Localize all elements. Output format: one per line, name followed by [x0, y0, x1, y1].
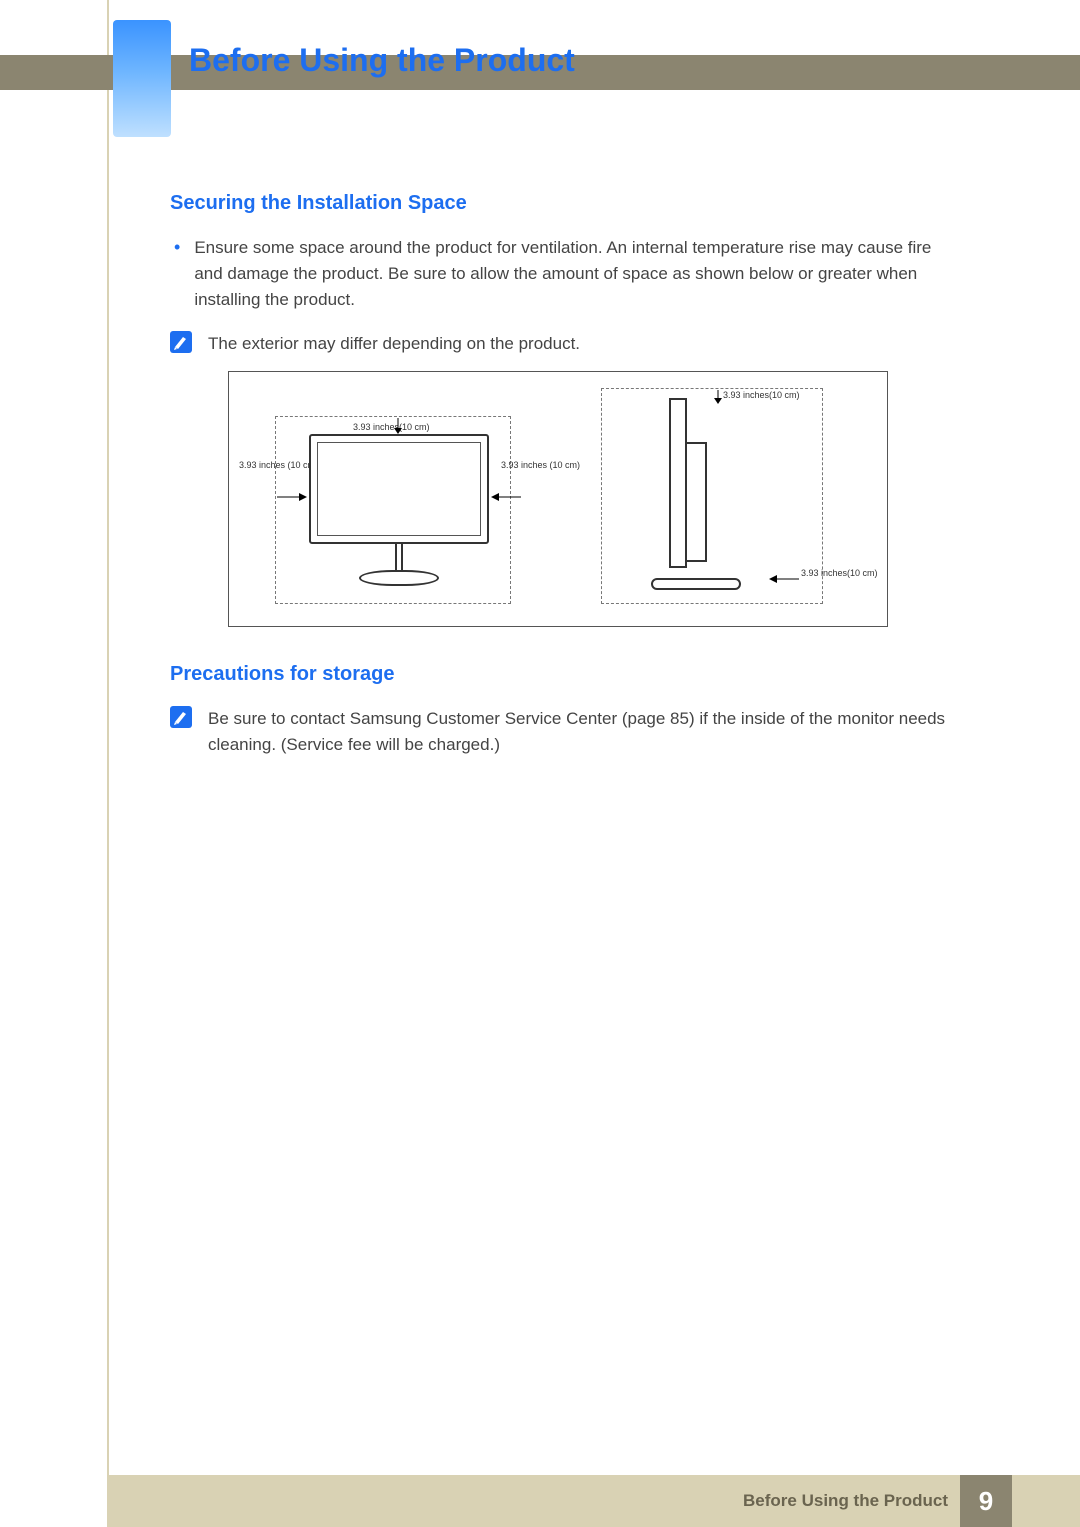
- note-row: The exterior may differ depending on the…: [170, 331, 960, 357]
- page-footer: Before Using the Product 9: [0, 1475, 1080, 1527]
- clearance-label-top: 3.93 inches(10 cm): [723, 390, 800, 400]
- diagram-front-view: 3.93 inches(10 cm) 3.93 inches (10 cm) 3…: [243, 382, 543, 616]
- clearance-label-right: 3.93 inches (10 cm): [501, 460, 535, 470]
- bullet-item: • Ensure some space around the product f…: [170, 235, 960, 313]
- arrow-down-icon: [393, 418, 403, 434]
- bullet-dot-icon: •: [174, 235, 180, 259]
- left-margin-rule: [107, 0, 109, 1527]
- bullet-text: Ensure some space around the product for…: [194, 235, 960, 313]
- arrow-down-icon: [713, 390, 723, 404]
- chapter-tab: [113, 20, 171, 137]
- section-heading-precautions-storage: Precautions for storage: [170, 663, 960, 686]
- footer-page-number: 9: [960, 1475, 1012, 1527]
- note-icon: [170, 331, 192, 353]
- arrow-left-icon: [491, 492, 521, 502]
- arrow-left-icon: [769, 574, 799, 584]
- note-row: Be sure to contact Samsung Customer Serv…: [170, 706, 960, 758]
- arrow-right-icon: [277, 492, 307, 502]
- diagram-side-view: 3.93 inches(10 cm) 3.93 inches(10 cm): [573, 382, 873, 616]
- note-icon: [170, 706, 192, 728]
- clearance-label-right: 3.93 inches(10 cm): [801, 568, 878, 578]
- clearance-label-left: 3.93 inches (10 cm): [239, 460, 273, 470]
- note-text: The exterior may differ depending on the…: [208, 331, 580, 357]
- note-text: Be sure to contact Samsung Customer Serv…: [208, 706, 960, 758]
- section-heading-installation-space: Securing the Installation Space: [170, 192, 960, 215]
- page-title: Before Using the Product: [189, 42, 575, 79]
- clearance-diagram: 3.93 inches(10 cm) 3.93 inches (10 cm) 3…: [228, 371, 960, 627]
- footer-chapter-label: Before Using the Product: [743, 1475, 948, 1527]
- clearance-label-top: 3.93 inches(10 cm): [353, 422, 430, 432]
